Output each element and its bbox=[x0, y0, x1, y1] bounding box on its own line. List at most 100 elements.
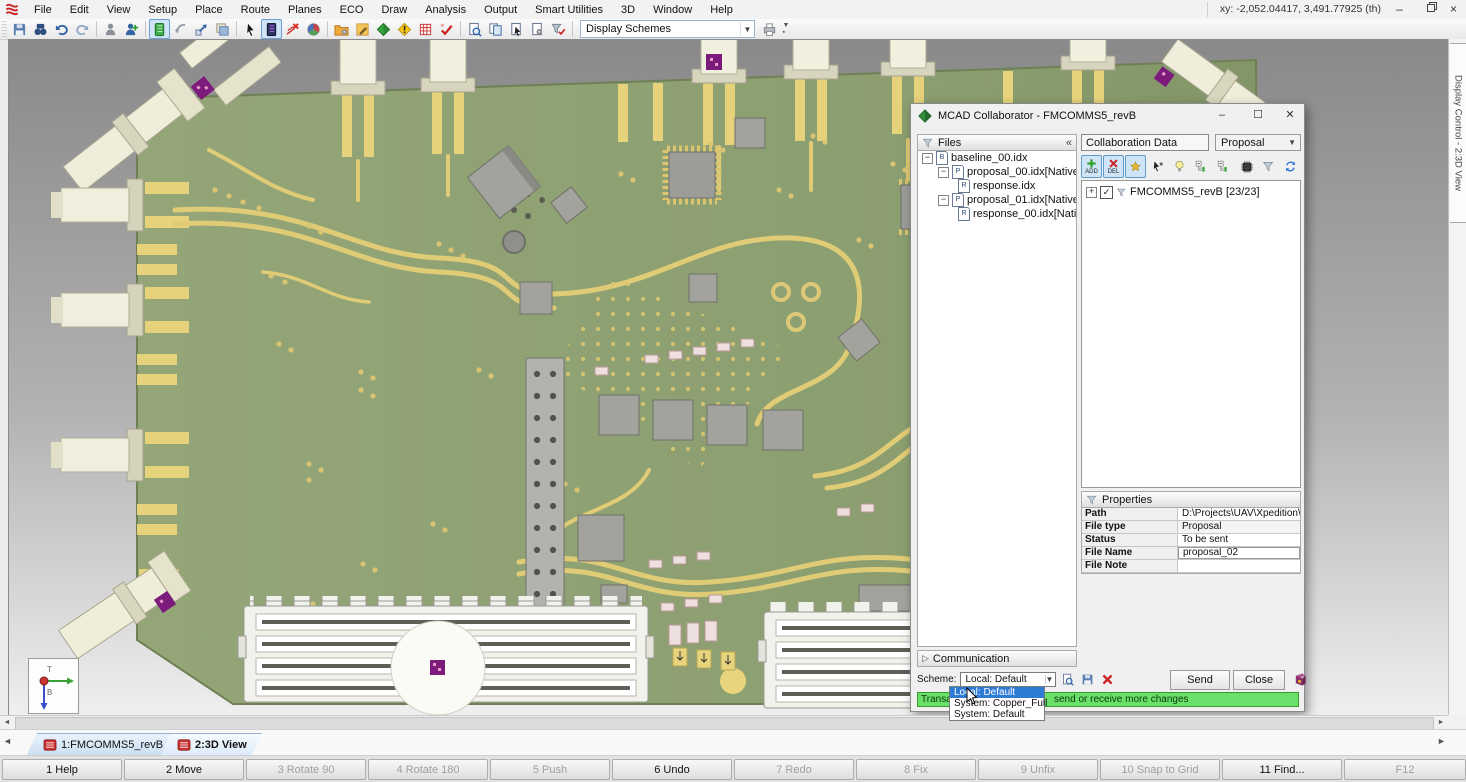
fn-undo-button[interactable]: 6 Undo bbox=[612, 759, 732, 780]
menu-place[interactable]: Place bbox=[186, 2, 232, 18]
properties-header[interactable]: Properties bbox=[1081, 491, 1301, 508]
page-properties-icon[interactable] bbox=[527, 19, 548, 39]
collab-tree-root[interactable]: + ✓ FMCOMMS5_revB [23/23] bbox=[1082, 181, 1300, 199]
menu-3d[interactable]: 3D bbox=[612, 2, 644, 18]
show-modified-toggle[interactable] bbox=[1125, 155, 1146, 178]
edit-notes-icon[interactable] bbox=[352, 19, 373, 39]
dialog-minimize-button[interactable]: – bbox=[1207, 104, 1237, 126]
tree-item-proposal-01[interactable]: − P proposal_01.idx[Native] bbox=[918, 193, 1076, 207]
property-row-filename[interactable]: File Nameproposal_02 bbox=[1082, 547, 1300, 560]
tree-item-baseline[interactable]: − B baseline_00.idx bbox=[918, 151, 1076, 165]
copy-pages-icon[interactable] bbox=[485, 19, 506, 39]
component-icon[interactable] bbox=[1236, 155, 1257, 178]
menu-file[interactable]: File bbox=[25, 2, 61, 18]
property-row-filenote[interactable]: File Note bbox=[1082, 560, 1300, 573]
filter-check-icon[interactable] bbox=[548, 19, 569, 39]
pull-user-icon[interactable] bbox=[100, 19, 121, 39]
dialog-close-button[interactable]: ✕ bbox=[1275, 104, 1305, 126]
minimize-button[interactable]: – bbox=[1391, 2, 1408, 17]
fn-help-button[interactable]: 1 Help bbox=[2, 759, 122, 780]
scroll-left-icon[interactable]: ◄ bbox=[0, 716, 14, 729]
collapse-tree-icon[interactable] bbox=[1191, 155, 1212, 178]
drc-check-icon[interactable] bbox=[436, 19, 457, 39]
menu-view[interactable]: View bbox=[98, 2, 140, 18]
menu-help[interactable]: Help bbox=[701, 2, 742, 18]
select-new-icon[interactable] bbox=[1147, 155, 1168, 178]
menu-planes[interactable]: Planes bbox=[279, 2, 331, 18]
menu-route[interactable]: Route bbox=[232, 2, 279, 18]
menu-eco[interactable]: ECO bbox=[331, 2, 373, 18]
page-select-icon[interactable] bbox=[506, 19, 527, 39]
collapse-node-icon[interactable]: − bbox=[938, 167, 949, 178]
refresh-icon[interactable] bbox=[1280, 155, 1301, 178]
menu-draw[interactable]: Draw bbox=[372, 2, 416, 18]
redo-icon[interactable] bbox=[72, 19, 93, 39]
filter-icon[interactable] bbox=[1258, 155, 1279, 178]
board-dark-icon[interactable] bbox=[261, 19, 282, 39]
show-added-toggle[interactable]: ADD bbox=[1081, 155, 1102, 178]
expand-node-icon[interactable]: + bbox=[1086, 187, 1097, 198]
display-control-tab[interactable]: Display Control - 2:3D View bbox=[1450, 43, 1466, 223]
display-schemes-combo[interactable]: Display Schemes ▼ bbox=[580, 20, 755, 38]
scroll-right-icon[interactable]: ► bbox=[1434, 716, 1448, 729]
tree-item-proposal-00[interactable]: − P proposal_00.idx[Native] bbox=[918, 165, 1076, 179]
files-panel-header[interactable]: Files « bbox=[917, 134, 1077, 151]
mode-combo[interactable]: Proposal ▼ bbox=[1215, 134, 1301, 151]
tabs-scroll-left-icon[interactable]: ◄ bbox=[3, 736, 12, 746]
expand-section-icon[interactable]: ▷ bbox=[922, 653, 929, 664]
highlight-icon[interactable] bbox=[1169, 155, 1190, 178]
select-cursor-icon[interactable] bbox=[240, 19, 261, 39]
save-scheme-icon[interactable] bbox=[1078, 671, 1096, 689]
menu-window[interactable]: Window bbox=[644, 2, 701, 18]
scheme-combo[interactable]: Local: Default ▼ bbox=[960, 672, 1056, 687]
find-icon[interactable] bbox=[30, 19, 51, 39]
scheme-option-local-default[interactable]: Local: Default bbox=[950, 687, 1044, 698]
back-icon[interactable] bbox=[170, 19, 191, 39]
close-button[interactable]: × bbox=[1445, 2, 1462, 17]
tab-3d-view[interactable]: 2:3D View bbox=[160, 733, 262, 757]
drc-grid-icon[interactable] bbox=[415, 19, 436, 39]
menu-edit[interactable]: Edit bbox=[61, 2, 98, 18]
restore-button[interactable] bbox=[1418, 2, 1435, 17]
collapse-node-icon[interactable]: − bbox=[938, 195, 949, 206]
menu-output[interactable]: Output bbox=[475, 2, 526, 18]
display-wheel-icon[interactable] bbox=[303, 19, 324, 39]
show-deleted-toggle[interactable]: DEL bbox=[1103, 155, 1124, 178]
close-dialog-button[interactable]: Close bbox=[1233, 670, 1285, 690]
chevron-down-icon[interactable]: ▼ bbox=[740, 22, 754, 36]
save-icon[interactable] bbox=[9, 19, 30, 39]
fn-move-button[interactable]: 2 Move bbox=[124, 759, 244, 780]
communication-header[interactable]: ▷ Communication bbox=[917, 650, 1077, 667]
dialog-maximize-button[interactable]: ☐ bbox=[1243, 104, 1273, 126]
undo-icon[interactable] bbox=[51, 19, 72, 39]
layers-icon[interactable] bbox=[212, 19, 233, 39]
tree-item-response-00[interactable]: R response_00.idx[Native] bbox=[918, 207, 1076, 221]
ok-diamond-icon[interactable] bbox=[373, 19, 394, 39]
project-folder-icon[interactable] bbox=[331, 19, 352, 39]
horizontal-scrollbar[interactable]: ◄ ► bbox=[0, 715, 1448, 730]
board-view-icon[interactable] bbox=[149, 19, 170, 39]
menu-setup[interactable]: Setup bbox=[139, 2, 186, 18]
zoom-page-icon[interactable] bbox=[464, 19, 485, 39]
scheme-option-system-copper-full[interactable]: System: Copper_Full bbox=[950, 698, 1044, 709]
help-book-icon[interactable] bbox=[1291, 671, 1309, 689]
add-user-icon[interactable] bbox=[121, 19, 142, 39]
unroute-icon[interactable] bbox=[282, 19, 303, 39]
collapse-panel-icon[interactable]: « bbox=[1066, 137, 1072, 149]
menu-smart-utilities[interactable]: Smart Utilities bbox=[526, 2, 612, 18]
tab-fmcomms5-revb[interactable]: 1:FMCOMMS5_revB bbox=[26, 733, 178, 757]
export-icon[interactable] bbox=[191, 19, 212, 39]
fn-find-button[interactable]: 11 Find... bbox=[1222, 759, 1342, 780]
tabs-scroll-right-icon[interactable]: ► bbox=[1437, 736, 1446, 746]
delete-scheme-icon[interactable] bbox=[1098, 671, 1116, 689]
toolbar-overflow-icon[interactable]: ▼▪ bbox=[780, 19, 792, 39]
print-icon[interactable] bbox=[759, 19, 780, 39]
tree-item-response[interactable]: R response.idx bbox=[918, 179, 1076, 193]
collapse-node-icon[interactable]: − bbox=[922, 153, 933, 164]
preview-scheme-icon[interactable] bbox=[1058, 671, 1076, 689]
checkbox-checked[interactable]: ✓ bbox=[1100, 186, 1113, 199]
scheme-option-system-default[interactable]: System: Default bbox=[950, 709, 1044, 720]
menu-analysis[interactable]: Analysis bbox=[416, 2, 475, 18]
expand-tree-icon[interactable] bbox=[1213, 155, 1234, 178]
warning-diamond-icon[interactable] bbox=[394, 19, 415, 39]
